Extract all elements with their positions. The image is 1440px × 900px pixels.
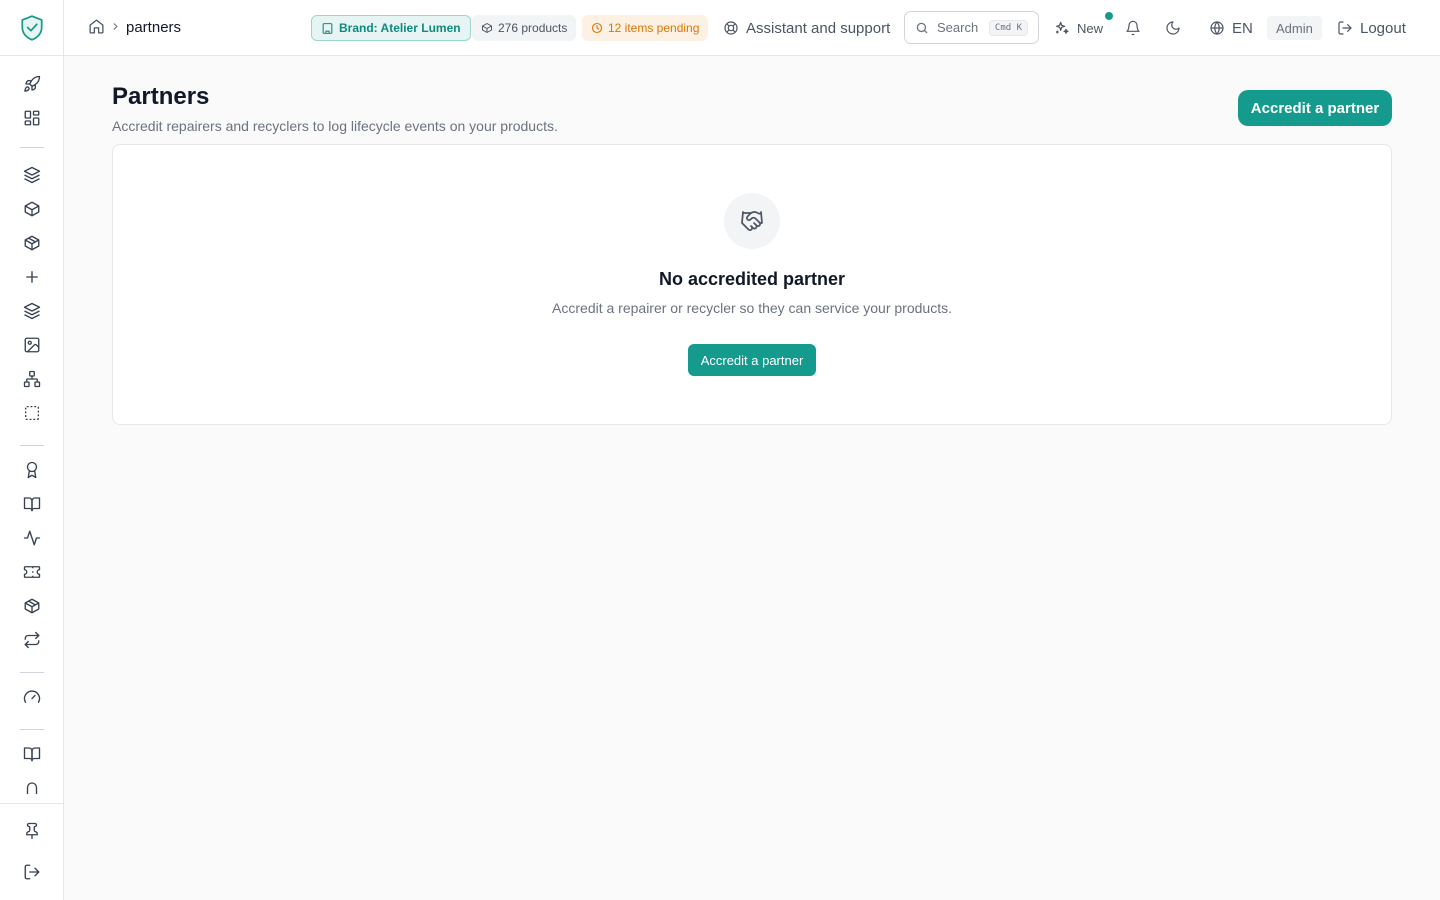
search-placeholder: Search [937, 20, 979, 35]
whats-new-button[interactable]: New [1054, 17, 1103, 39]
search-icon [916, 22, 928, 33]
sidebar-item-products[interactable] [20, 197, 44, 221]
sidebar-divider [20, 729, 44, 730]
whats-new-label: New [1077, 20, 1104, 36]
app-logo[interactable] [0, 0, 63, 56]
products-count-label: 276 products [498, 21, 568, 35]
sidebar-item-tickets[interactable] [20, 560, 44, 584]
theme-toggle[interactable] [1165, 17, 1181, 39]
sidebar-item-more[interactable] [20, 776, 44, 794]
box-icon [24, 201, 40, 217]
globe-icon [1210, 21, 1224, 35]
sidebar-item-media[interactable] [20, 333, 44, 357]
sidebar-divider [20, 147, 44, 148]
language-label: EN [1232, 19, 1253, 37]
assistant-support-link[interactable]: Assistant and support [723, 17, 890, 39]
notifications-button[interactable] [1125, 17, 1141, 39]
activity-icon [23, 530, 41, 546]
shield-check-icon [20, 14, 43, 41]
award-icon [26, 461, 38, 479]
sidebar-divider [20, 445, 44, 446]
logout-button[interactable]: Logout [1337, 17, 1406, 39]
page-subtitle: Accredit repairers and recyclers to log … [112, 118, 558, 134]
search-input[interactable]: Search Cmd K [904, 11, 1039, 44]
empty-state-description: Accredit a repairer or recycler so they … [552, 300, 952, 316]
dashed-square-icon [24, 405, 40, 421]
logout-icon [1338, 21, 1352, 35]
role-badge: Admin [1267, 16, 1322, 40]
empty-state-title: No accredited partner [658, 269, 846, 289]
sidebar-item-create[interactable] [20, 265, 44, 289]
lifebuoy-icon [724, 21, 738, 35]
sidebar-item-catalog[interactable] [20, 492, 44, 516]
breadcrumb-home[interactable] [88, 18, 105, 35]
sidebar-divider [20, 672, 44, 673]
arch-icon [26, 782, 38, 794]
sidebar-item-shipments[interactable] [20, 594, 44, 618]
sparkles-icon [1056, 21, 1069, 34]
products-count-badge[interactable]: 276 products [472, 15, 577, 41]
package-check-icon [24, 598, 40, 614]
bell-icon [1126, 20, 1140, 36]
empty-state-icon [724, 193, 780, 249]
network-icon [23, 370, 41, 388]
book-open-icon [23, 497, 41, 512]
pending-items-label: 12 items pending [608, 21, 700, 35]
sidebar-item-docs[interactable] [20, 742, 44, 766]
chevron-right-icon [110, 21, 121, 32]
sidebar-item-launch[interactable] [20, 72, 44, 96]
home-icon [89, 19, 104, 34]
sidebar-item-selection[interactable] [20, 401, 44, 425]
partners-empty-state: No accredited partner Accredit a repaire… [112, 144, 1392, 425]
brand-badge-label: Brand: Atelier Lumen [339, 21, 461, 35]
sidebar-footer-divider [0, 803, 63, 804]
sidebar-pin-button[interactable] [20, 819, 44, 843]
gauge-icon [23, 690, 41, 703]
layers-icon [23, 166, 41, 184]
search-shortcut: Cmd K [988, 19, 1028, 36]
language-selector[interactable]: EN [1209, 17, 1253, 39]
sidebar-item-collections[interactable] [20, 163, 44, 187]
ticket-icon [23, 566, 41, 578]
empty-state-accredit-button[interactable]: Accredit a partner [688, 344, 816, 376]
sidebar-logout-button[interactable] [20, 860, 44, 884]
sidebar-item-performance[interactable] [20, 685, 44, 709]
breadcrumb-current: partners [126, 19, 182, 36]
sidebar-item-network[interactable] [20, 367, 44, 391]
pending-items-badge[interactable]: 12 items pending [582, 15, 709, 41]
pin-icon [26, 822, 38, 840]
sidebar-item-dashboard[interactable] [20, 106, 44, 130]
handshake-icon [741, 211, 763, 231]
logout-label: Logout [1360, 19, 1406, 37]
plus-icon [26, 271, 38, 283]
top-bar: partners Brand: Atelier Lumen 276 produc… [64, 0, 1440, 56]
sidebar-item-activity[interactable] [20, 526, 44, 550]
new-indicator-dot [1105, 12, 1113, 20]
dashboard-grid-icon [24, 110, 40, 126]
sidebar-item-stacks[interactable] [20, 299, 44, 323]
clock-icon [591, 22, 603, 34]
book-open-icon [23, 747, 41, 762]
repeat-icon [24, 631, 40, 649]
page-title: Partners [112, 83, 210, 110]
image-icon [24, 337, 40, 353]
sidebar [0, 0, 64, 900]
logout-icon [24, 864, 40, 880]
building-icon [322, 22, 333, 34]
brand-badge[interactable]: Brand: Atelier Lumen [311, 15, 471, 41]
rocket-icon [24, 75, 41, 92]
sidebar-item-circularity[interactable] [20, 628, 44, 652]
sidebar-item-certifications[interactable] [20, 458, 44, 482]
assistant-support-label: Assistant and support [746, 19, 891, 37]
sidebar-item-packages[interactable] [20, 231, 44, 255]
layers-icon [23, 302, 41, 320]
moon-icon [1166, 21, 1180, 35]
package-icon [24, 235, 40, 251]
box-icon [482, 23, 492, 33]
accredit-partner-button[interactable]: Accredit a partner [1238, 90, 1392, 126]
